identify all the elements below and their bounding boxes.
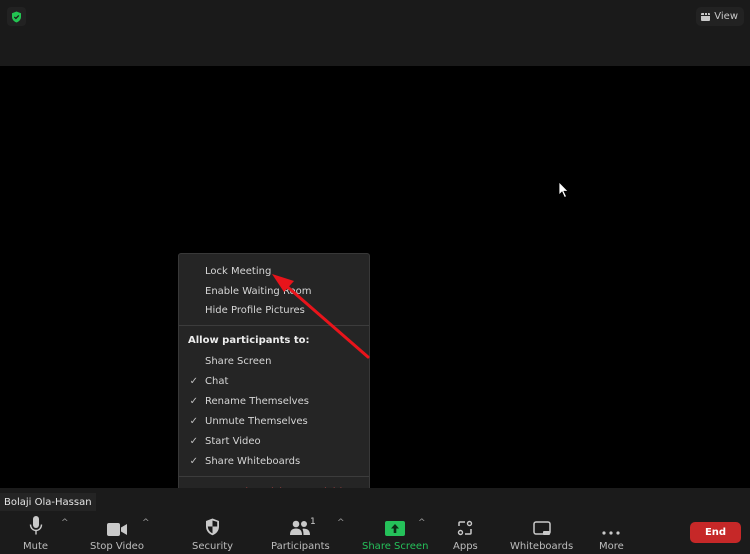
grid-view-icon (701, 12, 711, 21)
view-label: View (714, 11, 738, 22)
check-mark-icon: ✓ (189, 375, 198, 387)
check-mark-icon: ✓ (189, 435, 198, 447)
apps-label: Apps (453, 541, 478, 552)
shield-check-icon (12, 11, 21, 22)
participants-button[interactable]: Participants (271, 516, 330, 552)
menu-item-label: Unmute Themselves (205, 415, 308, 427)
menu-item-enable-waiting-room[interactable]: Enable Waiting Room (179, 281, 369, 301)
video-stage (0, 66, 750, 488)
menu-item-share-whiteboards[interactable]: ✓ Share Whiteboards (179, 451, 369, 471)
ellipsis-icon (602, 531, 620, 535)
menu-item-share-screen[interactable]: Share Screen (179, 351, 369, 371)
mouse-cursor-icon (558, 181, 570, 199)
menu-item-start-video[interactable]: ✓ Start Video (179, 431, 369, 451)
mute-options-caret[interactable]: ^ (61, 518, 69, 528)
security-button[interactable]: Security (192, 516, 233, 552)
check-mark-icon: ✓ (189, 455, 198, 467)
security-menu: Lock Meeting Enable Waiting Room Hide Pr… (178, 253, 370, 507)
menu-divider (179, 476, 369, 477)
menu-item-label: Lock Meeting (205, 265, 272, 277)
menu-item-hide-profile-pictures[interactable]: Hide Profile Pictures (179, 300, 369, 320)
stop-video-button[interactable]: Stop Video (90, 516, 144, 552)
menu-item-label: Share Whiteboards (205, 455, 301, 467)
participant-count-badge: 1 (310, 517, 316, 527)
apps-button[interactable]: Apps (453, 516, 478, 552)
shield-icon (206, 518, 220, 536)
menu-item-label: Start Video (205, 435, 261, 447)
menu-item-label: Enable Waiting Room (205, 285, 312, 297)
share-arrow-icon (385, 521, 406, 536)
menu-item-rename-themselves[interactable]: ✓ Rename Themselves (179, 391, 369, 411)
view-button[interactable]: View (696, 7, 744, 26)
menu-item-label: Rename Themselves (205, 395, 309, 407)
check-mark-icon: ✓ (189, 415, 198, 427)
check-mark-icon: ✓ (189, 395, 198, 407)
stop-video-label: Stop Video (90, 541, 144, 552)
menu-item-unmute-themselves[interactable]: ✓ Unmute Themselves (179, 411, 369, 431)
more-button[interactable]: More (599, 516, 624, 552)
mute-label: Mute (23, 541, 49, 552)
video-camera-icon (106, 523, 127, 536)
menu-item-chat[interactable]: ✓ Chat (179, 371, 369, 391)
allow-participants-heading: Allow participants to: (188, 335, 310, 346)
menu-item-lock-meeting[interactable]: Lock Meeting (179, 261, 369, 281)
people-icon (290, 520, 311, 535)
menu-item-label: Share Screen (205, 355, 272, 367)
menu-item-label: Chat (205, 375, 229, 387)
encryption-shield-button[interactable] (7, 7, 26, 26)
apps-icon (458, 520, 473, 536)
participants-options-caret[interactable]: ^ (337, 518, 345, 528)
share-screen-label: Share Screen (362, 541, 429, 552)
end-meeting-button[interactable]: End (690, 522, 741, 543)
participants-label: Participants (271, 541, 330, 552)
more-label: More (599, 541, 624, 552)
menu-divider (179, 325, 369, 326)
security-label: Security (192, 541, 234, 552)
mute-button[interactable]: Mute (23, 516, 48, 552)
whiteboards-button[interactable]: Whiteboards (510, 516, 573, 552)
video-options-caret[interactable]: ^ (142, 518, 150, 528)
whiteboards-label: Whiteboards (510, 541, 574, 552)
top-bar: View (0, 0, 750, 66)
microphone-icon (29, 516, 42, 535)
whiteboard-icon (532, 521, 551, 535)
participant-name-tag: Bolaji Ola-Hassan (0, 493, 96, 511)
menu-item-label: Hide Profile Pictures (205, 304, 305, 316)
share-options-caret[interactable]: ^ (418, 518, 426, 528)
